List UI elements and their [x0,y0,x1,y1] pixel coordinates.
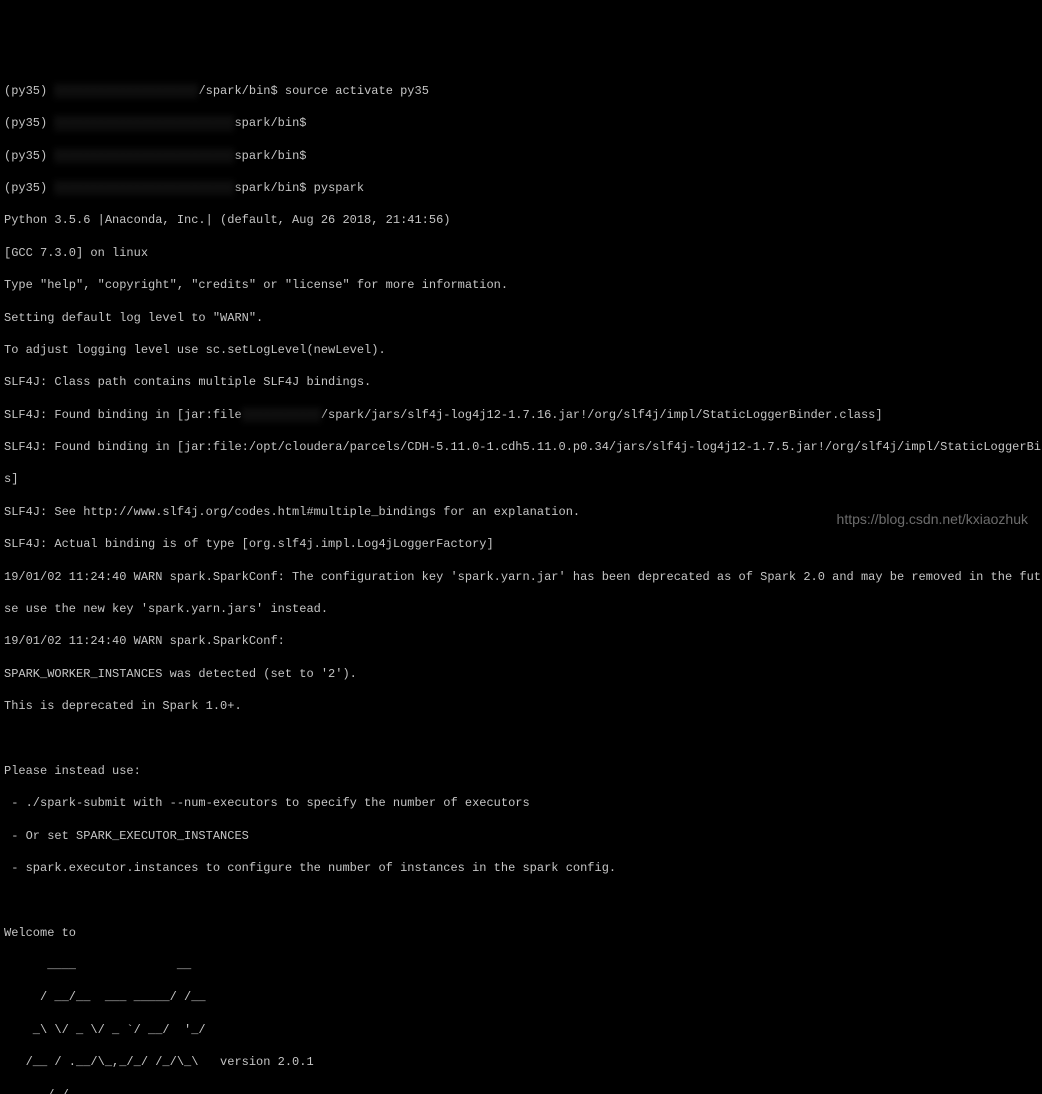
output-line: - ./spark-submit with --num-executors to… [4,795,1038,811]
output-line: Please instead use: [4,763,1038,779]
path-text: /spark/bin$ [198,84,277,98]
redacted-host: XXXXXXXXXXXXXXXXXXXXXXXXX [54,180,234,196]
output-line: [GCC 7.3.0] on linux [4,245,1038,261]
spark-ascii-art: /__ / .__/\_,_/_/ /_/\_\ version 2.0.1 [4,1054,1038,1070]
output-line: se use the new key 'spark.yarn.jars' ins… [4,601,1038,617]
redacted-host: XXXXXXXXXXXXXXXXXXXXXXXXX [54,115,234,131]
output-line: This is deprecated in Spark 1.0+. [4,698,1038,714]
output-line: Python 3.5.6 |Anaconda, Inc.| (default, … [4,212,1038,228]
spark-ascii-art: ____ __ [4,957,1038,973]
env-prefix: (py35) [4,149,47,163]
blank-line [4,730,1038,746]
output-line: s] [4,471,1038,487]
redacted-path: XXXXXXXXXXX [242,407,321,423]
output-line: 19/01/02 11:24:40 WARN spark.SparkConf: … [4,569,1038,585]
output-line: SLF4J: Actual binding is of type [org.sl… [4,536,1038,552]
output-line: Welcome to [4,925,1038,941]
blank-line [4,892,1038,908]
redacted-host: XXXXXXXXXXXXXXXXXXXXXXXXX [54,148,234,164]
command-text: pyspark [314,181,364,195]
spark-ascii-art: _\ \/ _ \/ _ `/ __/ '_/ [4,1022,1038,1038]
output-line: SLF4J: Class path contains multiple SLF4… [4,374,1038,390]
env-prefix: (py35) [4,84,47,98]
path-text: spark/bin$ [234,181,306,195]
command-text: source activate py35 [285,84,429,98]
output-line: - spark.executor.instances to configure … [4,860,1038,876]
output-line: To adjust logging level use sc.setLogLev… [4,342,1038,358]
output-line: SLF4J: Found binding in [jar:fileXXXXXXX… [4,407,1038,423]
terminal-output[interactable]: (py35) XXXXXXXXXXXXXXXXXXXX/spark/bin$ s… [4,67,1038,1094]
spark-ascii-art: /_/ [4,1087,1038,1094]
watermark-text: https://blog.csdn.net/kxiaozhuk [837,510,1028,529]
path-text: spark/bin$ [234,149,306,163]
prompt-line: (py35) XXXXXXXXXXXXXXXXXXXXXXXXXspark/bi… [4,180,1038,196]
output-text: SLF4J: Found binding in [jar:file [4,408,242,422]
prompt-line: (py35) XXXXXXXXXXXXXXXXXXXXXXXXXspark/bi… [4,148,1038,164]
output-text: /spark/jars/slf4j-log4j12-1.7.16.jar!/or… [321,408,883,422]
output-line: SLF4J: Found binding in [jar:file:/opt/c… [4,439,1038,455]
output-line: Type "help", "copyright", "credits" or "… [4,277,1038,293]
prompt-line: (py35) XXXXXXXXXXXXXXXXXXXX/spark/bin$ s… [4,83,1038,99]
output-line: - Or set SPARK_EXECUTOR_INSTANCES [4,828,1038,844]
env-prefix: (py35) [4,181,47,195]
output-line: SPARK_WORKER_INSTANCES was detected (set… [4,666,1038,682]
env-prefix: (py35) [4,116,47,130]
prompt-line: (py35) XXXXXXXXXXXXXXXXXXXXXXXXXspark/bi… [4,115,1038,131]
spark-ascii-art: / __/__ ___ _____/ /__ [4,989,1038,1005]
redacted-host: XXXXXXXXXXXXXXXXXXXX [54,83,198,99]
path-text: spark/bin$ [234,116,306,130]
output-line: 19/01/02 11:24:40 WARN spark.SparkConf: [4,633,1038,649]
output-line: Setting default log level to "WARN". [4,310,1038,326]
